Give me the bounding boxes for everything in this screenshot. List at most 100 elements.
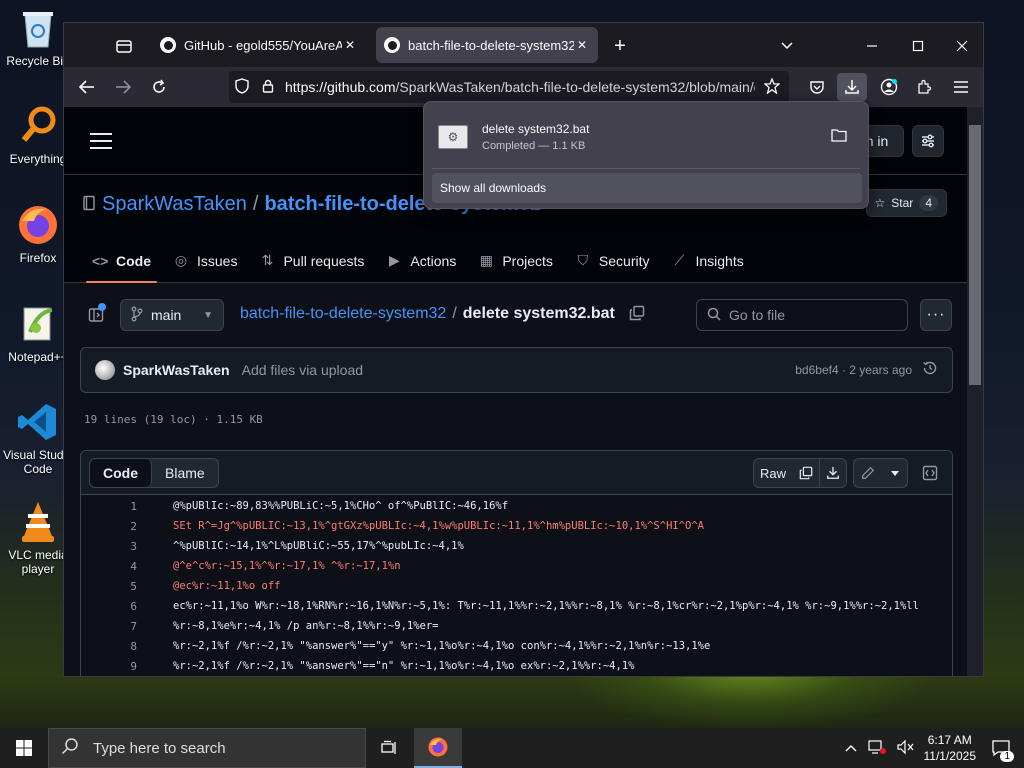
- breadcrumb-separator: /: [452, 305, 457, 322]
- tab-manager-icon[interactable]: [112, 31, 136, 61]
- hamburger-menu-icon[interactable]: [80, 123, 124, 159]
- tab-insights[interactable]: ⟋ Insights: [671, 239, 744, 283]
- code-view-button[interactable]: Code: [90, 459, 152, 487]
- notepad-plus-plus-icon: [16, 302, 60, 346]
- line-number[interactable]: 5: [81, 580, 137, 593]
- back-arrow-icon[interactable]: [72, 73, 102, 101]
- open-folder-icon[interactable]: [824, 128, 854, 147]
- repo-title-separator: /: [252, 193, 259, 215]
- table-icon: ▦: [479, 252, 493, 268]
- tab-label: Insights: [695, 252, 744, 269]
- tab-close-icon[interactable]: ✕: [574, 38, 590, 52]
- download-item[interactable]: ⚙ delete system32.bat Completed — 1.1 KB: [432, 110, 860, 164]
- bookmark-star-icon[interactable]: [755, 76, 789, 97]
- commit-message[interactable]: Add files via upload: [242, 362, 363, 378]
- tab-label: Pull requests: [283, 252, 365, 269]
- pocket-icon[interactable]: [802, 73, 832, 101]
- avatar[interactable]: [95, 360, 115, 380]
- tab-list-chevron-icon[interactable]: [764, 31, 810, 61]
- url-bar[interactable]: https://github.com/SparkWasTaken/batch-f…: [229, 71, 789, 103]
- clock[interactable]: 6:17 AM 11/1/2025: [924, 732, 977, 764]
- commit-author[interactable]: SparkWasTaken: [123, 362, 230, 378]
- system-tray: 6:17 AM 11/1/2025 1: [844, 728, 1024, 768]
- commit-meta[interactable]: bd6bef4 · 2 years ago: [795, 363, 912, 377]
- close-window-button[interactable]: [939, 31, 983, 61]
- star-button[interactable]: ☆ Star 4: [865, 189, 947, 217]
- edit-dropdown-icon[interactable]: [882, 458, 908, 488]
- tab-actions[interactable]: ▶ Actions: [386, 239, 456, 283]
- line-number[interactable]: 2: [81, 520, 137, 533]
- edit-pencil-icon[interactable]: [853, 458, 883, 488]
- new-tab-button[interactable]: +: [608, 31, 632, 61]
- download-icon: [845, 80, 859, 94]
- tab-github-youareanidiot[interactable]: GitHub - egold555/YouAreAnIdiot ✕: [152, 27, 366, 63]
- filter-settings-icon[interactable]: [912, 125, 944, 157]
- tab-batch-file[interactable]: batch-file-to-delete-system32/delete ✕: [376, 27, 598, 63]
- line-number[interactable]: 9: [81, 660, 137, 673]
- line-number[interactable]: 8: [81, 640, 137, 653]
- windows-start-icon[interactable]: [0, 728, 48, 768]
- vertical-scrollbar[interactable]: [967, 107, 983, 676]
- tab-pull-requests[interactable]: ⇅ Pull requests: [259, 239, 365, 283]
- play-icon: ▶: [389, 252, 400, 268]
- copy-raw-icon[interactable]: [792, 458, 820, 488]
- copy-path-icon[interactable]: [629, 305, 645, 326]
- maximize-button[interactable]: [895, 31, 941, 61]
- app-menu-icon[interactable]: [946, 73, 976, 101]
- line-number[interactable]: 6: [81, 600, 137, 613]
- repo-owner-link[interactable]: SparkWasTaken: [102, 193, 247, 216]
- tab-issues[interactable]: ◎ Issues: [173, 239, 238, 283]
- shield-icon[interactable]: [229, 77, 255, 97]
- lock-icon[interactable]: [255, 79, 281, 96]
- chevron-up-icon[interactable]: [844, 741, 858, 756]
- tab-close-icon[interactable]: ✕: [342, 38, 358, 52]
- tab-code[interactable]: <> Code: [86, 239, 157, 283]
- line-number[interactable]: 4: [81, 560, 137, 573]
- tab-label: Actions: [410, 252, 457, 269]
- line-content: %r:~2,1%f /%r:~2,1% "%answer%"=="n" %r:~…: [173, 660, 635, 672]
- code-line: 6 ec%r:~11,1%o W%r:~18,1%RN%r:~16,1%N%r:~…: [81, 596, 952, 616]
- code-lines: 1 @%pUBlIc:~89,83%%PUBLiC:~5,1%CHo^ of^%P…: [81, 496, 952, 676]
- tab-security[interactable]: ⛉ Security: [575, 239, 650, 283]
- taskbar-firefox-icon[interactable]: [414, 728, 462, 768]
- download-file-name: delete system32.bat: [482, 122, 590, 136]
- symbols-panel-icon[interactable]: [915, 458, 945, 488]
- forward-arrow-icon[interactable]: [108, 73, 138, 101]
- scrollbar-thumb[interactable]: [969, 125, 981, 385]
- line-number[interactable]: 1: [81, 500, 137, 513]
- account-icon[interactable]: [874, 73, 904, 101]
- notification-center-icon[interactable]: 1: [986, 728, 1016, 768]
- line-number[interactable]: 3: [81, 540, 137, 553]
- raw-button[interactable]: Raw: [753, 458, 793, 488]
- shield-icon: ⛉: [577, 252, 589, 268]
- history-icon[interactable]: [922, 360, 938, 381]
- downloads-button[interactable]: [837, 73, 867, 101]
- recycle-bin-icon: [16, 6, 60, 50]
- sidebar-expand-icon[interactable]: [80, 299, 112, 331]
- download-raw-icon[interactable]: [819, 458, 847, 488]
- volume-muted-icon[interactable]: [896, 739, 914, 758]
- go-to-file-placeholder: Go to file: [729, 307, 786, 323]
- more-options-icon[interactable]: ···: [920, 299, 952, 331]
- show-all-downloads-button[interactable]: Show all downloads: [432, 173, 862, 203]
- reload-icon[interactable]: [144, 73, 174, 101]
- code-line: 2 SEt R^=Jg^%pUBLIC:~13,1%^gtGXz%pUBLIc:~…: [81, 516, 952, 536]
- go-to-file-input[interactable]: Go to file: [696, 299, 908, 331]
- branch-select-button[interactable]: main ▼: [120, 299, 224, 331]
- tab-projects[interactable]: ▦ Projects: [478, 239, 553, 283]
- url-host: https://github.com: [285, 79, 396, 95]
- taskbar-search-box[interactable]: Type here to search: [48, 728, 366, 768]
- repo-book-icon: [82, 195, 96, 214]
- network-icon[interactable]: [867, 739, 886, 758]
- code-line: 3 ^%pUBlIC:~14,1%^L%pUBliC:~55,17%^%pubLI…: [81, 536, 952, 556]
- task-view-icon[interactable]: [366, 728, 414, 768]
- blame-view-button[interactable]: Blame: [152, 459, 218, 487]
- extensions-icon[interactable]: [909, 73, 939, 101]
- minimize-button[interactable]: [849, 31, 895, 61]
- download-status: Completed — 1.1 KB: [482, 140, 586, 152]
- line-number[interactable]: 7: [81, 620, 137, 633]
- issue-icon: ◎: [174, 252, 188, 268]
- notification-count-badge: 1: [1000, 751, 1014, 762]
- batch-file-icon: ⚙: [438, 125, 468, 149]
- breadcrumb-repo-link[interactable]: batch-file-to-delete-system32: [240, 305, 446, 326]
